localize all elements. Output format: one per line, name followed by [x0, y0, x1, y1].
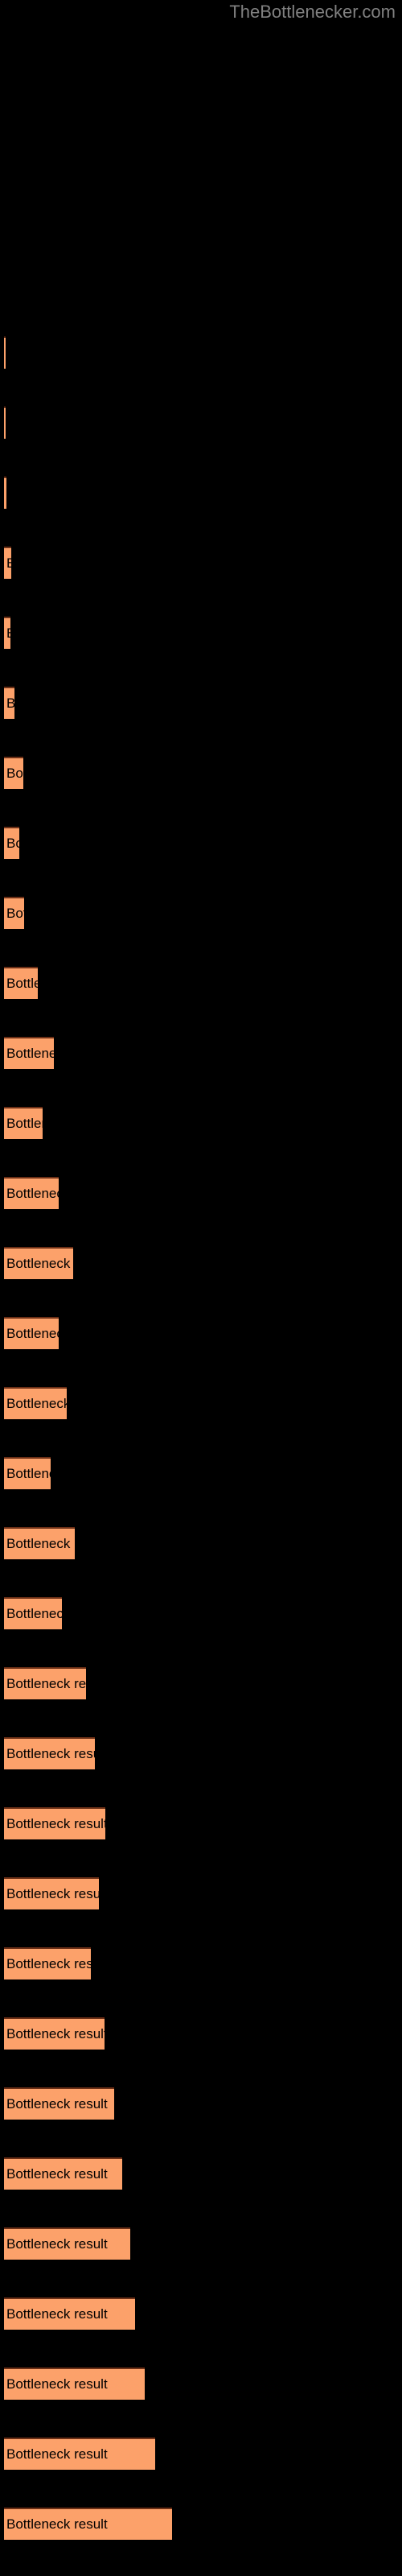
bar[interactable]: Bottleneck result: [4, 477, 6, 509]
bar[interactable]: Bottleneck result: [4, 1807, 105, 1839]
bar-chart-plot-area: Bottleneck result Bottleneck result Bottle…: [0, 0, 402, 2576]
bar[interactable]: Bottleneck result: [4, 1457, 51, 1489]
bar-label: Bottleneck result: [6, 2446, 108, 2462]
bar-label: Bottleneck result: [6, 1886, 99, 1901]
bar[interactable]: Bottleneck result: [4, 2227, 130, 2260]
bar-label: Bottleneck result: [6, 1956, 91, 1971]
bar-label: Bottleneck result: [6, 1606, 62, 1621]
bar-label: Bottleneck result: [6, 555, 11, 572]
bar[interactable]: Bottleneck result: [4, 1247, 73, 1279]
bar[interactable]: Bottleneck result: [4, 2017, 105, 2050]
bar-label: Bottleneck result: [6, 625, 10, 642]
bar-label: Bottleneck result: [6, 1046, 54, 1061]
bar[interactable]: Bottleneck result: [4, 1947, 91, 1979]
bar-label: Bottleneck result: [6, 1116, 43, 1131]
bar-label: Bottleneck result: [6, 2306, 108, 2322]
bar[interactable]: Bottleneck result: [4, 1667, 86, 1699]
bar-label: Bottleneck result: [6, 1256, 73, 1271]
bar[interactable]: Bottleneck result: [4, 407, 6, 439]
bar-label: Bottleneck result: [6, 1746, 95, 1761]
bar[interactable]: Bottleneck result: [4, 336, 6, 369]
bar[interactable]: Bottleneck result: [4, 1037, 54, 1069]
bar-label: Bottleneck result: [6, 766, 23, 781]
bar[interactable]: Bottleneck result: [4, 2368, 145, 2400]
bar[interactable]: Bottleneck result: [4, 2508, 172, 2540]
bar-label: Bottleneck result: [6, 906, 24, 921]
bar[interactable]: Bottleneck result: [4, 1597, 62, 1629]
bar[interactable]: Bottleneck result: [4, 2438, 155, 2470]
bar[interactable]: Bottleneck result: [4, 2297, 135, 2330]
bar-label: Bottleneck result: [6, 696, 14, 712]
bar[interactable]: Bottleneck result: [4, 897, 24, 929]
bar-label: Bottleneck result: [6, 1466, 51, 1481]
bar[interactable]: Bottleneck result: [4, 1317, 59, 1349]
bar[interactable]: Bottleneck result: [4, 1527, 75, 1559]
bar[interactable]: Bottleneck result: [4, 2087, 114, 2120]
bar-label: Bottleneck result: [6, 2376, 108, 2392]
bar-label: Bottleneck result: [6, 1676, 86, 1691]
bar-label: Bottleneck result: [6, 2516, 108, 2532]
bar[interactable]: Bottleneck result: [4, 1107, 43, 1139]
bar-label: Bottleneck result: [6, 2026, 105, 2041]
bar[interactable]: Bottleneck result: [4, 687, 14, 719]
bar-label: Bottleneck result: [6, 836, 19, 851]
bar-label: Bottleneck result: [6, 1816, 105, 1831]
bar-label: Bottleneck result: [6, 2166, 108, 2182]
bar-label: Bottleneck result: [6, 1186, 59, 1201]
bar[interactable]: Bottleneck result: [4, 827, 19, 859]
bar-label: Bottleneck result: [6, 2096, 108, 2112]
bar[interactable]: Bottleneck result: [4, 1737, 95, 1769]
bar-label: Bottleneck result: [6, 1536, 75, 1551]
bar[interactable]: Bottleneck result: [4, 967, 38, 999]
bar-label: Bottleneck result: [6, 2236, 108, 2252]
bar[interactable]: Bottleneck result: [4, 1387, 67, 1419]
bar-label: Bottleneck result: [6, 976, 38, 991]
bar-label: Bottleneck result: [6, 1396, 67, 1411]
bar[interactable]: Bottleneck result: [4, 617, 10, 649]
bar[interactable]: Bottleneck result: [4, 1177, 59, 1209]
bar[interactable]: Bottleneck result: [4, 757, 23, 789]
bar[interactable]: Bottleneck result: [4, 2157, 122, 2190]
bar[interactable]: Bottleneck result: [4, 547, 11, 579]
bar[interactable]: Bottleneck result: [4, 1877, 99, 1909]
bar-label: Bottleneck result: [6, 1326, 59, 1341]
